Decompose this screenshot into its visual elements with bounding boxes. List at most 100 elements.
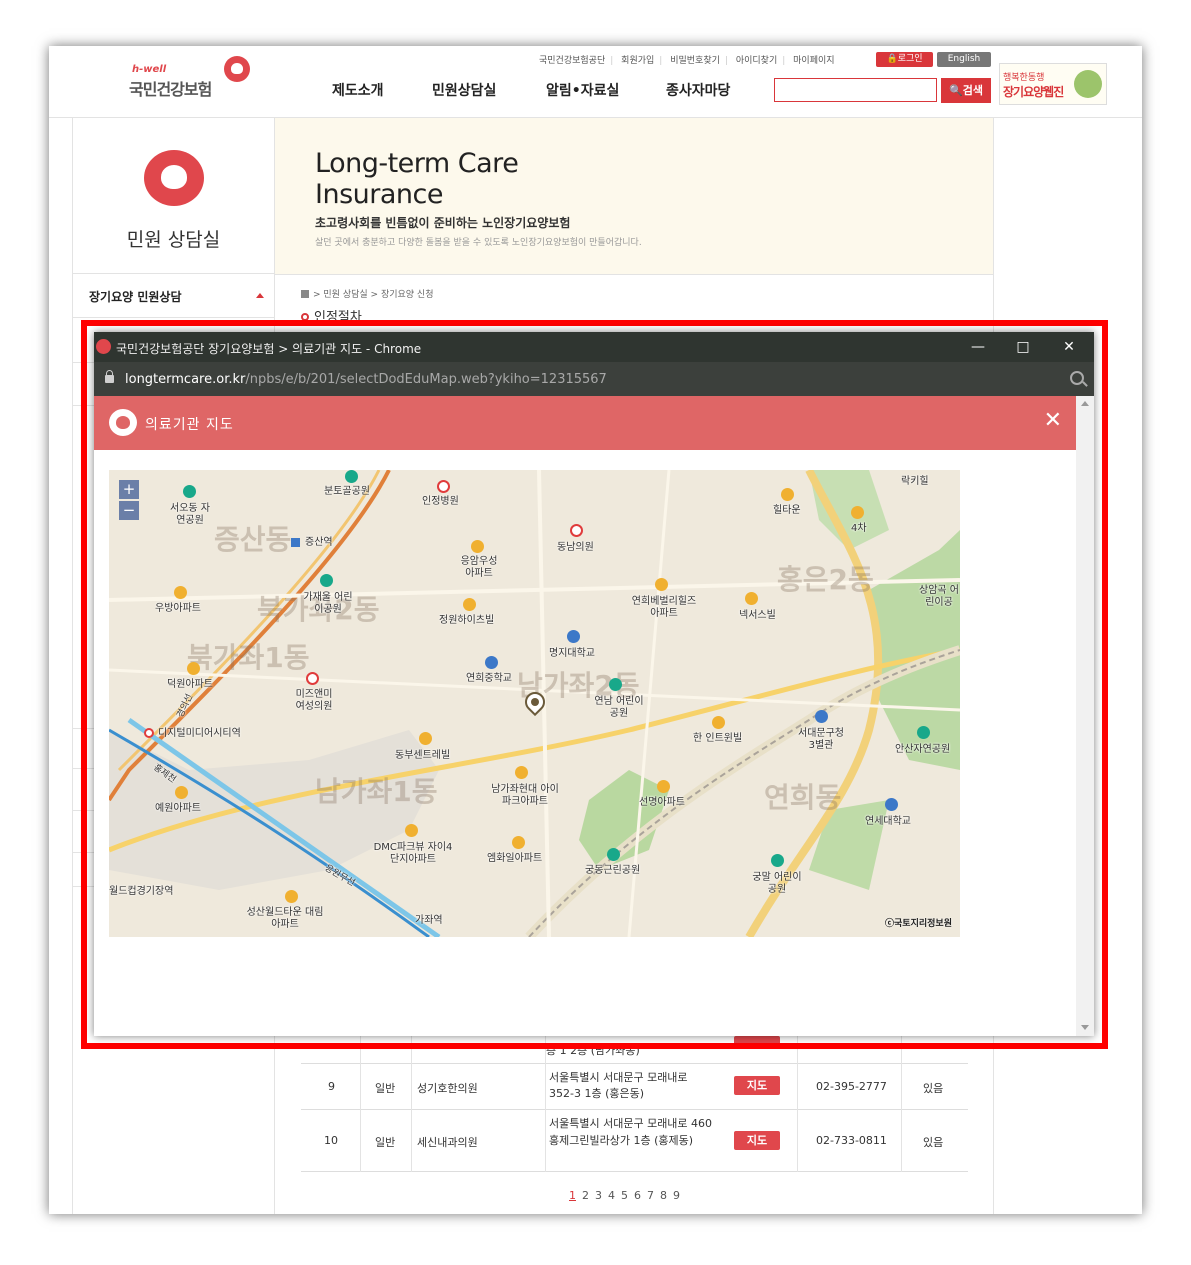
- apartment-icon: [512, 836, 525, 849]
- park-icon: [607, 848, 620, 861]
- dong-label: 증산동: [214, 523, 292, 556]
- clinic-map[interactable]: + − 증산동 북가좌2동 북가좌1동 남가좌2동 남가좌1동 홍은2동 연희동…: [109, 470, 960, 937]
- place-label: 미즈앤미 여성의원: [295, 689, 333, 712]
- search-button[interactable]: 🔍검색: [941, 78, 991, 103]
- cell-no: 10: [324, 1134, 338, 1147]
- login-label: 로그인: [897, 54, 923, 64]
- nav-civil-service[interactable]: 민원상담실: [432, 80, 496, 100]
- webzine-line2: 장기요양웹진: [1003, 85, 1064, 99]
- hospital-icon: [570, 524, 583, 537]
- place-label: DMC파크뷰 자이4단지아파트: [373, 842, 453, 865]
- table-row: 10 일반 세신내과의원 서울특별시 서대문구 모래내로 460 홍제그린빌라상…: [301, 1110, 968, 1172]
- util-link-find-password[interactable]: 비밀번호찾기: [670, 53, 720, 66]
- page-link[interactable]: 4: [608, 1189, 615, 1202]
- place-label: 궁동근린공원: [585, 865, 641, 876]
- zoom-in-button[interactable]: +: [119, 480, 139, 499]
- breadcrumb-item[interactable]: 장기요양 신청: [381, 290, 434, 300]
- english-button[interactable]: English: [937, 52, 991, 67]
- site-logo[interactable]: h-well 국민건강보험: [129, 54, 254, 106]
- page-link[interactable]: 7: [647, 1189, 654, 1202]
- webzine-emblem-icon: [1074, 70, 1102, 98]
- window-titlebar[interactable]: 국민건강보험공단 장기요양보험 > 의료기관 지도 - Chrome — □ ✕: [94, 332, 1094, 362]
- place-label: 동남의원: [557, 542, 594, 553]
- maximize-icon[interactable]: □: [1012, 337, 1034, 357]
- breadcrumb-item[interactable]: 민원 상담실: [323, 290, 367, 300]
- place-label: 월드컵경기장역: [109, 886, 174, 897]
- station-icon: [144, 728, 154, 738]
- vertical-scrollbar[interactable]: [1076, 396, 1094, 1036]
- apartment-icon: [471, 540, 484, 553]
- dong-label: 연희동: [764, 781, 842, 814]
- apartment-icon: [781, 488, 794, 501]
- search-input[interactable]: [774, 78, 937, 102]
- cell-name: 성기호한의원: [417, 1082, 478, 1095]
- nav-notice-archive[interactable]: 알림•자료실: [546, 80, 619, 100]
- apartment-icon: [463, 598, 476, 611]
- place-label: 덕원아파트: [167, 679, 213, 690]
- util-link-find-id[interactable]: 아이디찾기: [736, 53, 777, 66]
- place-label: 엠화일아파트: [487, 853, 543, 864]
- util-link-mypage[interactable]: 마이페이지: [793, 53, 834, 66]
- page-link[interactable]: 1: [569, 1189, 576, 1202]
- close-window-icon[interactable]: ✕: [1058, 337, 1080, 357]
- place-label: 연희베벌리힐즈 아파트: [631, 596, 697, 619]
- page-link[interactable]: 2: [582, 1189, 589, 1202]
- map-button[interactable]: 지도: [734, 1076, 780, 1095]
- page-link[interactable]: 9: [673, 1189, 680, 1202]
- subway-icon: [291, 538, 300, 547]
- apartment-icon: [419, 732, 432, 745]
- place-label: 명지대학교: [549, 648, 595, 659]
- page-link[interactable]: 6: [634, 1189, 641, 1202]
- cell-type: 일반: [375, 1082, 396, 1095]
- park-icon: [320, 574, 333, 587]
- page-link[interactable]: 3: [595, 1189, 602, 1202]
- pagination: 123456789: [569, 1189, 686, 1202]
- dong-label: 북가좌1동: [187, 641, 310, 674]
- screenshot-canvas: h-well 국민건강보험 국민건강보험공단 | 회원가입 | 비밀번호찾기 | 아이…: [0, 0, 1191, 1265]
- banner-description: 살던 곳에서 충분하고 다양한 돌봄을 받을 수 있도록 노인장기요양보험이 만…: [315, 238, 642, 248]
- banner-title: Long-term Care Insurance: [315, 148, 519, 210]
- place-label: 한 인트윈빌: [693, 733, 743, 744]
- park-icon: [183, 485, 196, 498]
- url-text[interactable]: longtermcare.or.kr/npbs/e/b/201/selectDo…: [125, 372, 607, 387]
- scroll-up-icon[interactable]: [1081, 401, 1089, 406]
- heart-icon: [144, 150, 204, 206]
- heart-logo-icon: [224, 56, 250, 82]
- place-label: 디지털미디어시티역: [158, 728, 241, 739]
- place-label: 정원하이츠빌: [439, 615, 495, 626]
- search-icon: 🔍: [949, 84, 963, 97]
- place-label: 응암우성 아파트: [460, 556, 498, 579]
- close-icon[interactable]: ✕: [1044, 409, 1062, 433]
- cell-address: 서울특별시 서대문구 모래내로 352-3 1층 (홍은동): [549, 1071, 688, 1100]
- util-link-nhis[interactable]: 국민건강보험공단: [539, 53, 605, 66]
- sidebar-item-ltc-consult[interactable]: 장기요양 민원상담: [73, 274, 274, 318]
- sidebar-header: 민원 상담실: [73, 118, 274, 274]
- map-button[interactable]: 지도: [734, 1131, 780, 1150]
- cell-type: 일반: [375, 1136, 396, 1149]
- apartment-icon: [405, 824, 418, 837]
- util-link-join[interactable]: 회원가입: [621, 53, 654, 66]
- utility-links: 국민건강보험공단 | 회원가입 | 비밀번호찾기 | 아이디찾기 | 마이페이지: [539, 53, 840, 67]
- place-label: 궁말 어린이공원: [752, 872, 802, 895]
- nav-staff[interactable]: 종사자마당: [666, 80, 730, 100]
- visual-banner: Long-term Care Insurance 초고령사회를 빈틈없이 준비하는…: [275, 118, 993, 275]
- scroll-down-icon[interactable]: [1081, 1025, 1089, 1030]
- cell-address: 서울특별시 서대문구 모래내로 460 홍제그린빌라상가 1층 (홍제동): [549, 1117, 713, 1147]
- nav-system-intro[interactable]: 제도소개: [332, 80, 384, 100]
- home-icon[interactable]: [301, 290, 309, 298]
- zoom-icon[interactable]: [1070, 371, 1084, 385]
- park-icon: [345, 470, 358, 483]
- popup-header: 의료기관 지도 ✕: [94, 396, 1076, 450]
- lock-icon: 🔒: [886, 54, 898, 64]
- page-link[interactable]: 5: [621, 1189, 628, 1202]
- page-link[interactable]: 8: [660, 1189, 667, 1202]
- address-bar[interactable]: longtermcare.or.kr/npbs/e/b/201/selectDo…: [94, 362, 1094, 396]
- place-label: 상암곡 어린이공: [919, 585, 959, 608]
- webzine-banner[interactable]: 행복한동행 장기요양웹진: [999, 63, 1107, 105]
- minimize-icon[interactable]: —: [967, 337, 989, 357]
- university-icon: [885, 798, 898, 811]
- login-button[interactable]: 🔒로그인: [876, 52, 933, 67]
- place-label: 가좌역: [415, 915, 443, 926]
- cell-yn: 있음: [923, 1082, 944, 1095]
- zoom-out-button[interactable]: −: [119, 501, 139, 520]
